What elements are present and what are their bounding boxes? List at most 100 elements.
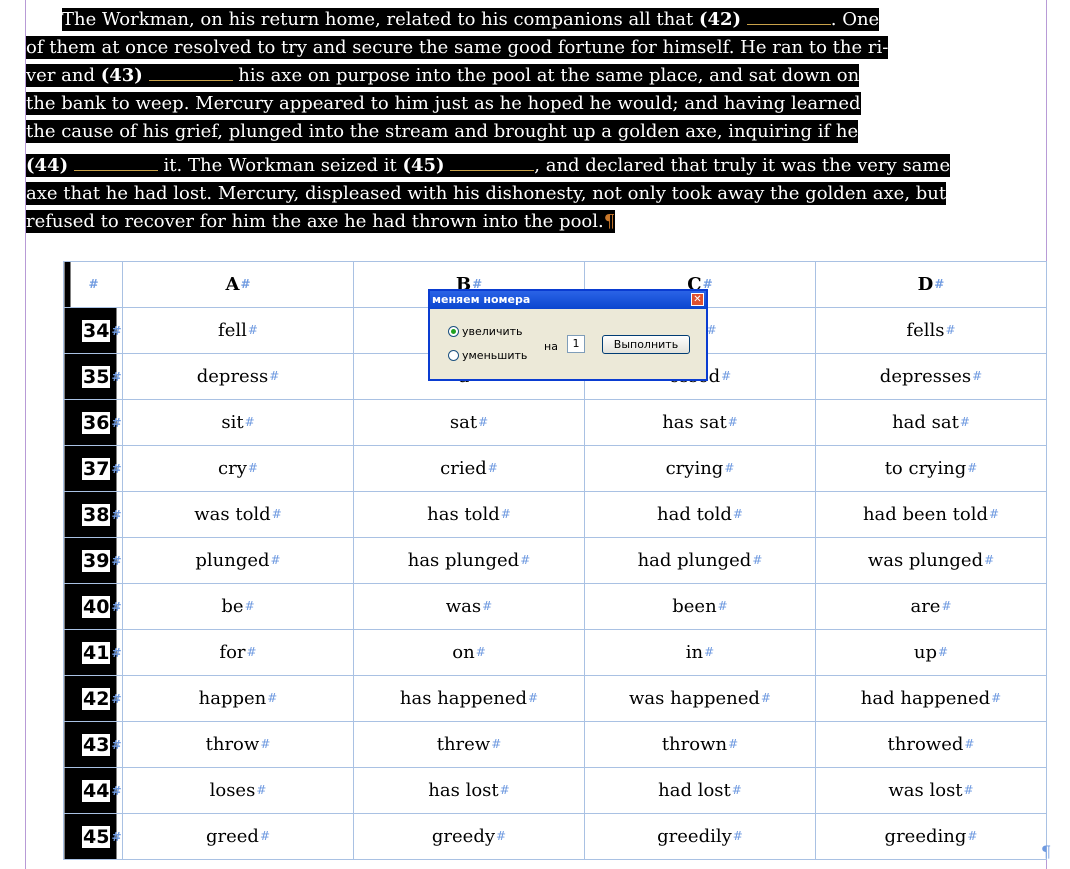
option-cell-d[interactable]: had happened# [815,675,1047,722]
cell-marker-icon: # [478,415,489,429]
option-cell-d[interactable]: had been told# [815,491,1047,538]
option-cell-a[interactable]: cry# [122,445,354,492]
option-cell-d[interactable]: had sat# [815,399,1047,446]
row-number-cell[interactable]: 39 # [63,537,123,584]
answer-blank-43[interactable] [148,66,233,81]
row-number-cell[interactable]: 44 # [63,767,123,814]
passage-line-8: refused to recover for him the axe he ha… [26,208,1046,236]
option-cell-b[interactable]: on# [353,629,585,676]
run-button[interactable]: Выполнить [602,335,690,354]
option-cell-b[interactable]: was# [353,583,585,630]
option-cell-b[interactable]: has lost# [353,767,585,814]
answer-blank-42[interactable] [746,10,831,25]
option-text: had happened [860,688,991,709]
row-number-cell[interactable]: 43 # [63,721,123,768]
option-cell-c[interactable]: in# [584,629,816,676]
cell-marker-icon: # [984,553,995,567]
cell-marker-icon: # [728,737,739,751]
option-cell-a[interactable]: loses# [122,767,354,814]
increase-option[interactable]: увеличить [448,325,522,338]
option-text: be [221,596,244,617]
row-number-cell[interactable]: 41 # [63,629,123,676]
option-cell-c[interactable]: had told# [584,491,816,538]
option-cell-a[interactable]: be# [122,583,354,630]
row-number-cell[interactable]: 36 # [63,399,123,446]
option-cell-b[interactable]: threw# [353,721,585,768]
option-text: cry [218,458,247,479]
row-number-cell[interactable]: 34 # [63,307,123,354]
option-cell-a[interactable]: throw# [122,721,354,768]
option-cell-d[interactable]: fells# [815,307,1047,354]
option-cell-c[interactable]: was happened# [584,675,816,722]
option-cell-a[interactable]: was told# [122,491,354,538]
option-cell-d[interactable]: throwed# [815,721,1047,768]
option-cell-d[interactable]: was lost# [815,767,1047,814]
passage-text[interactable]: The Workman, on his return home, related… [26,6,1046,236]
passage-text-segment: , and declared that truly it was the ver… [534,155,951,176]
option-text: greedily [657,826,732,847]
option-text: greeding [884,826,967,847]
option-cell-c[interactable]: thrown# [584,721,816,768]
option-cell-b[interactable]: sat# [353,399,585,446]
option-cell-a[interactable]: for# [122,629,354,676]
option-cell-d[interactable]: are# [815,583,1047,630]
passage-line-4: the bank to weep. Mercury appeared to hi… [26,90,1046,118]
header-cell-d[interactable]: D# [815,261,1047,308]
option-cell-d[interactable]: greeding# [815,813,1047,860]
option-cell-c[interactable]: has sat# [584,399,816,446]
decrease-option[interactable]: уменьшить [448,349,527,362]
cell-marker-icon: # [972,369,983,383]
option-cell-b[interactable]: has told# [353,491,585,538]
cell-marker-icon: # [721,369,732,383]
option-cell-d[interactable]: to crying# [815,445,1047,492]
answer-blank-44[interactable] [73,156,158,171]
option-cell-c[interactable]: been# [584,583,816,630]
step-input[interactable]: 1 [567,335,585,353]
option-cell-d[interactable]: was plunged# [815,537,1047,584]
option-cell-b[interactable]: has happened# [353,675,585,722]
increase-radio[interactable] [448,326,459,337]
close-icon[interactable]: ✕ [691,293,704,306]
option-text: greed [205,826,259,847]
cell-marker-icon: # [246,645,257,659]
cell-marker-icon: # [938,645,949,659]
cell-marker-icon: # [240,277,251,291]
option-cell-a[interactable]: greed# [122,813,354,860]
option-cell-c[interactable]: greedily# [584,813,816,860]
table-row: 44 # loses# has lost# had lost# was lost# [63,767,1047,814]
table-row: 43 # throw# threw# thrown# throwed# [63,721,1047,768]
row-number-cell[interactable]: 42 # [63,675,123,722]
row-number-cell[interactable]: 37 # [63,445,123,492]
row-number-cell[interactable]: 35 # [63,353,123,400]
option-cell-d[interactable]: up# [815,629,1047,676]
option-cell-b[interactable]: greedy# [353,813,585,860]
option-text: threw [436,734,491,755]
option-cell-b[interactable]: cried# [353,445,585,492]
decrease-radio[interactable] [448,350,459,361]
passage-text-segment: axe that he had lost. Mercury, displease… [26,182,947,205]
option-cell-c[interactable]: crying# [584,445,816,492]
passage-text-segment: ver and [26,65,101,86]
option-cell-a[interactable]: sit# [122,399,354,446]
cell-marker-icon: # [260,737,271,751]
row-number: 45 [82,825,111,848]
passage-line-6: (44) it. The Workman seized it (45) , an… [26,152,1046,180]
row-number-cell[interactable]: 38 # [63,491,123,538]
option-cell-b[interactable]: has plunged# [353,537,585,584]
table-row: 40 # be# was# been# are# [63,583,1047,630]
option-cell-a[interactable]: fell# [122,307,354,354]
header-cell-a[interactable]: A# [122,261,354,308]
option-cell-a[interactable]: depress# [122,353,354,400]
option-cell-a[interactable]: happen# [122,675,354,722]
option-cell-a[interactable]: plunged# [122,537,354,584]
option-cell-c[interactable]: had lost# [584,767,816,814]
row-number-cell[interactable]: 40 # [63,583,123,630]
dialog-title-bar[interactable]: меняем номера ✕ [430,291,706,309]
renumber-dialog[interactable]: меняем номера ✕ увеличить уменьшить на 1… [428,289,708,381]
answer-blank-45[interactable] [450,156,535,171]
row-number-cell[interactable]: 45 # [63,813,123,860]
option-cell-d[interactable]: depresses# [815,353,1047,400]
option-cell-c[interactable]: had plunged# [584,537,816,584]
table-row: 38 # was told# has told# had told# had been t… [63,491,1047,538]
header-number-cell[interactable]: # [63,261,123,308]
